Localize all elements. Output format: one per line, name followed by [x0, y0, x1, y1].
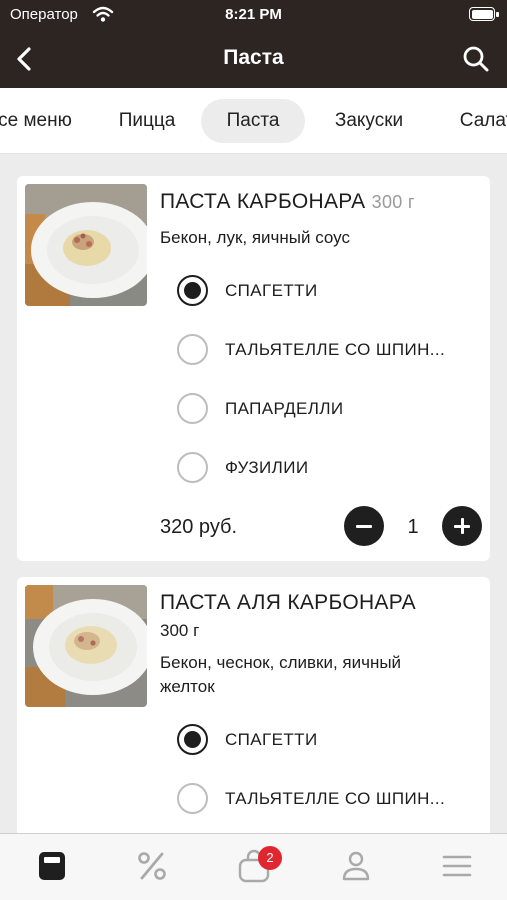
radio-empty-icon[interactable]: [177, 452, 208, 483]
product-card[interactable]: ПАСТА АЛЯ КАРБОНАРА 300 г Бекон, чеснок,…: [17, 577, 490, 837]
profile-icon[interactable]: [338, 848, 374, 884]
discount-icon[interactable]: [134, 848, 170, 884]
product-description: Бекон, лук, яичный соус: [160, 228, 350, 247]
increase-quantity-button[interactable]: [442, 506, 482, 546]
product-image: [25, 585, 147, 707]
radio-checked-icon[interactable]: [177, 724, 208, 755]
decrease-quantity-button[interactable]: [344, 506, 384, 546]
option-label: СПАГЕТТИ: [225, 730, 318, 749]
option-label: ТАЛЬЯТЕЛЛЕ СО ШПИН...: [225, 789, 446, 808]
product-image: [25, 184, 147, 306]
product-title: ПАСТА АЛЯ КАРБОНАРА: [160, 591, 416, 614]
tab-pizza[interactable]: Пицца: [98, 99, 196, 143]
product-description: Бекон, чеснок, сливки, яичный желток: [160, 651, 401, 699]
product-name: ПАСТА КАРБОНАРА 300 г: [160, 190, 415, 214]
description-line: Бекон, чеснок, сливки, яичный: [160, 653, 402, 672]
product-weight: 300 г: [371, 192, 415, 212]
option-label: ФУЗИЛИИ: [225, 458, 309, 477]
radio-empty-icon[interactable]: [177, 393, 208, 424]
menu-icon[interactable]: [34, 848, 70, 884]
status-bar: Оператор 8:21 PM: [0, 0, 507, 30]
quantity-value: 1: [407, 516, 419, 538]
product-title: ПАСТА КАРБОНАРА: [160, 190, 366, 213]
description-line: желток: [160, 677, 215, 696]
page-title: Паста: [223, 46, 284, 69]
cart-badge: 2: [258, 846, 282, 870]
product-weight: 300 г: [160, 621, 200, 640]
search-icon[interactable]: [459, 42, 493, 76]
category-tabs: се меню Пицца Паста Закуски Салат: [0, 88, 507, 154]
battery-tip: [496, 12, 499, 17]
option-label: СПАГЕТТИ: [225, 281, 318, 300]
tab-salads[interactable]: Салат: [442, 99, 507, 143]
bottom-tab-bar: [0, 833, 507, 900]
product-card[interactable]: ПАСТА КАРБОНАРА 300 г Бекон, лук, яичный…: [17, 176, 490, 561]
option-label: ПАПАРДЕЛЛИ: [225, 399, 344, 418]
battery-icon: [469, 7, 495, 21]
tab-all-menu[interactable]: се меню: [0, 99, 82, 143]
option-label: ТАЛЬЯТЕЛЛЕ СО ШПИН...: [225, 340, 446, 359]
product-price: 320 руб.: [160, 516, 238, 538]
hamburger-icon[interactable]: [439, 848, 475, 884]
tab-pasta[interactable]: Паста: [201, 99, 305, 143]
tab-snacks[interactable]: Закуски: [314, 99, 424, 143]
clock: 8:21 PM: [225, 6, 282, 23]
nav-bar: Паста: [0, 30, 507, 88]
radio-empty-icon[interactable]: [177, 783, 208, 814]
radio-empty-icon[interactable]: [177, 334, 208, 365]
radio-checked-icon[interactable]: [177, 275, 208, 306]
